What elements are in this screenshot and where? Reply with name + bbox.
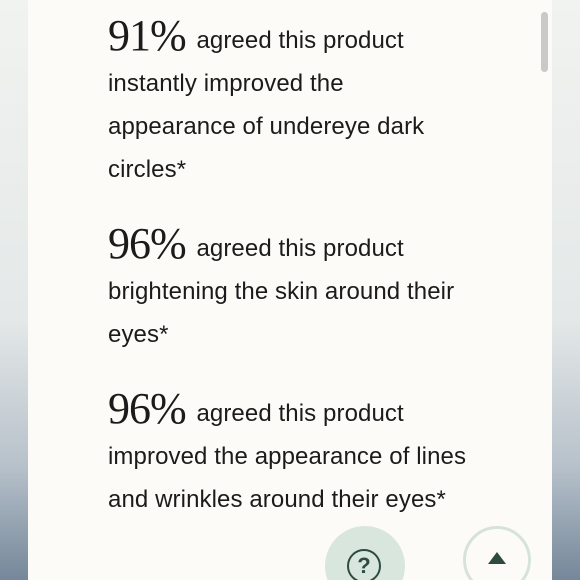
stat-item-undereye: 91% agreed this product instantly improv… — [108, 14, 478, 191]
stat-percent: 96% — [108, 384, 187, 433]
help-button[interactable]: ? — [325, 526, 405, 580]
reviews-panel: 91% agreed this product instantly improv… — [28, 0, 552, 580]
stat-item-wrinkles: 96% agreed this product improved the app… — [108, 387, 478, 521]
stat-percent: 91% — [108, 11, 187, 60]
stat-item-brightening: 96% agreed this product brightening the … — [108, 222, 478, 356]
scroll-to-top-button[interactable] — [463, 526, 531, 580]
stat-percent: 96% — [108, 219, 187, 268]
arrow-up-icon — [488, 552, 506, 564]
question-circle-icon: ? — [347, 549, 381, 580]
scrollbar-thumb[interactable] — [541, 12, 548, 72]
